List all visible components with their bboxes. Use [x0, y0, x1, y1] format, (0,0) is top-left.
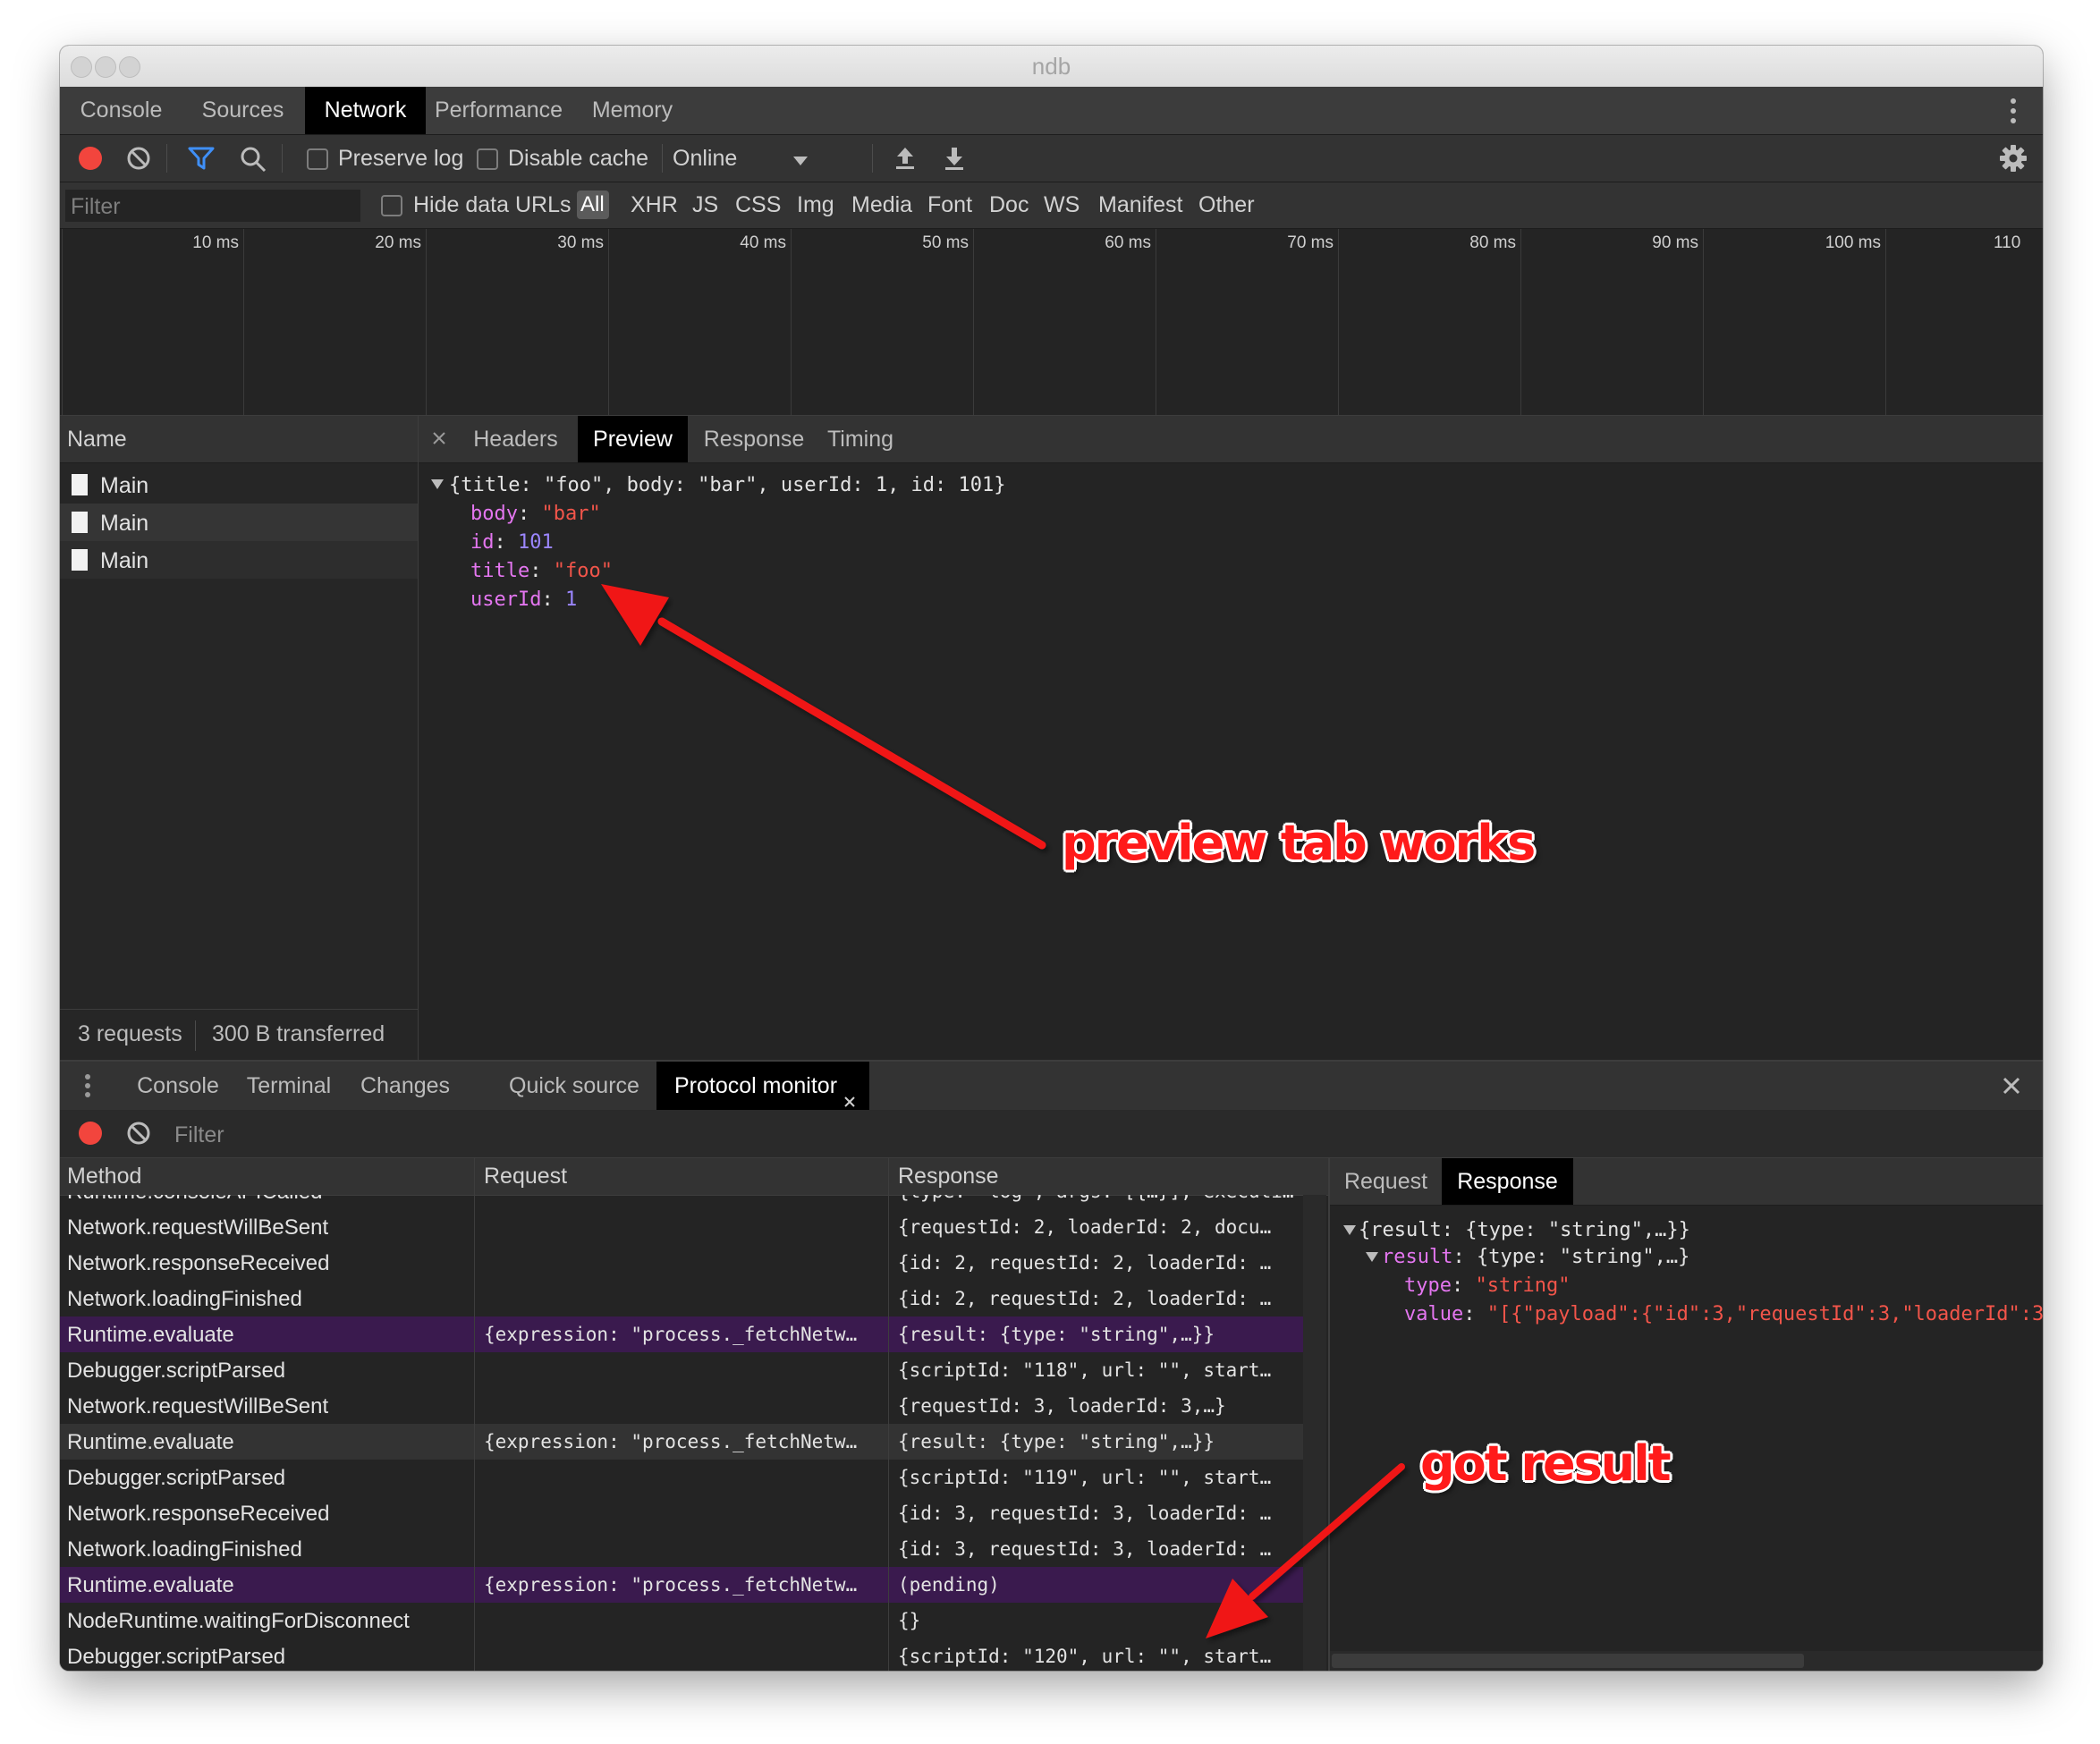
arrow-to-result — [1206, 1463, 1405, 1638]
annotation-result-label: got result — [1420, 1435, 1672, 1492]
arrow-to-preview — [601, 584, 1046, 850]
annotation-arrows — [601, 584, 1405, 1638]
annotation-preview-label: preview tab works — [1062, 815, 1536, 871]
